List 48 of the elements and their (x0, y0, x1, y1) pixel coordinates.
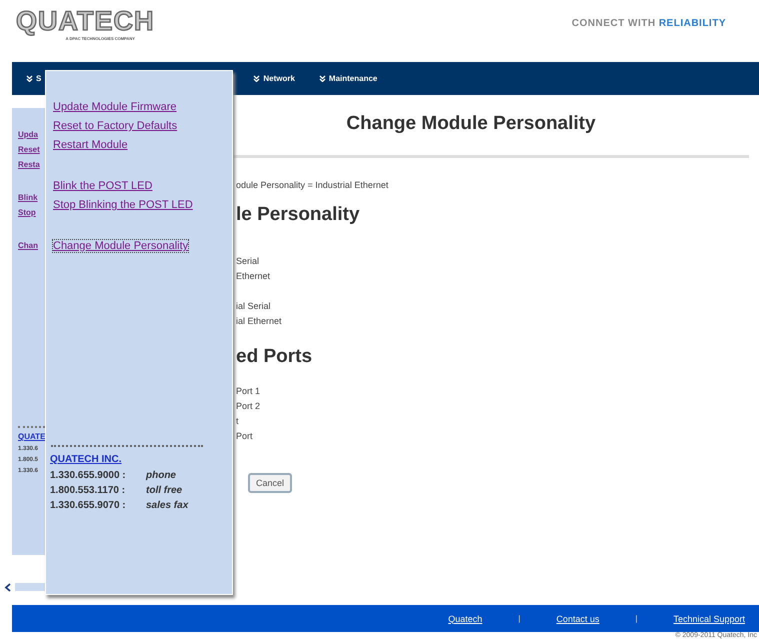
sidebar-link[interactable]: Blink (18, 193, 45, 202)
menu-item[interactable]: Reset to Factory Defaults (53, 120, 178, 132)
option-label: ial Serial (236, 301, 272, 311)
chevron-icon (253, 75, 260, 82)
page-title: Change Module Personality (345, 113, 597, 135)
phone-number: 1.800.553.1170 : (50, 485, 126, 496)
port-label: Port 2 (236, 401, 262, 411)
scroll-left-icon[interactable] (4, 582, 12, 592)
option-label: Ethernet (236, 271, 272, 281)
sidebar-link[interactable]: Stop (18, 208, 45, 217)
menu-item[interactable]: Stop Blinking the POST LED (53, 199, 193, 211)
section-heading: ed Ports (236, 346, 314, 368)
phone-label: toll free (146, 485, 182, 496)
status-text: odule Personality = Industrial Ethernet (236, 180, 390, 190)
phone-number: 1.330.655.9070 : (50, 500, 127, 511)
scrollbar-thumb[interactable] (15, 583, 45, 591)
port-label: Port (236, 431, 254, 441)
footer-link[interactable]: Contact us (556, 614, 600, 624)
footer-link[interactable]: Technical Support (673, 614, 745, 624)
menu-item[interactable]: Blink the POST LED (53, 180, 152, 192)
chevron-icon (26, 75, 33, 82)
sidebar-link[interactable]: Reset (18, 145, 45, 154)
footer-link[interactable]: Quatech (448, 614, 482, 624)
separator: | (518, 614, 520, 623)
menu-item[interactable]: Change Module Personality (53, 240, 188, 252)
section-heading: le Personality (236, 204, 361, 226)
port-label: Port 1 (236, 386, 262, 396)
phone-label: phone (146, 470, 176, 481)
logo-wordmark: QUATECH (16, 6, 154, 36)
port-label: t (236, 416, 240, 426)
menu-item[interactable]: Restart Module (53, 139, 128, 151)
nav-item[interactable]: Network (253, 74, 295, 83)
phone-number: 1.330.655.9000 : (50, 470, 127, 481)
cancel-button[interactable]: Cancel (248, 473, 292, 493)
company-link[interactable]: QUATECH INC. (50, 454, 232, 465)
company-link[interactable]: QUATE (18, 432, 45, 441)
separator: | (635, 614, 638, 623)
chevron-icon (318, 75, 326, 82)
option-label: ial Ethernet (236, 316, 283, 326)
option-label: Serial (236, 256, 260, 266)
sidebar-link[interactable]: Chan (18, 241, 45, 250)
sidebar-link[interactable]: Resta (18, 160, 45, 169)
menu-item[interactable]: Update Module Firmware (53, 101, 176, 113)
nav-item[interactable]: S (26, 74, 42, 83)
tagline: CONNECT WITH RELIABILITY (572, 18, 726, 29)
phone-label: sales fax (146, 500, 188, 511)
nav-item[interactable]: Maintenance (318, 74, 378, 83)
sidebar-link[interactable]: Upda (18, 130, 45, 139)
